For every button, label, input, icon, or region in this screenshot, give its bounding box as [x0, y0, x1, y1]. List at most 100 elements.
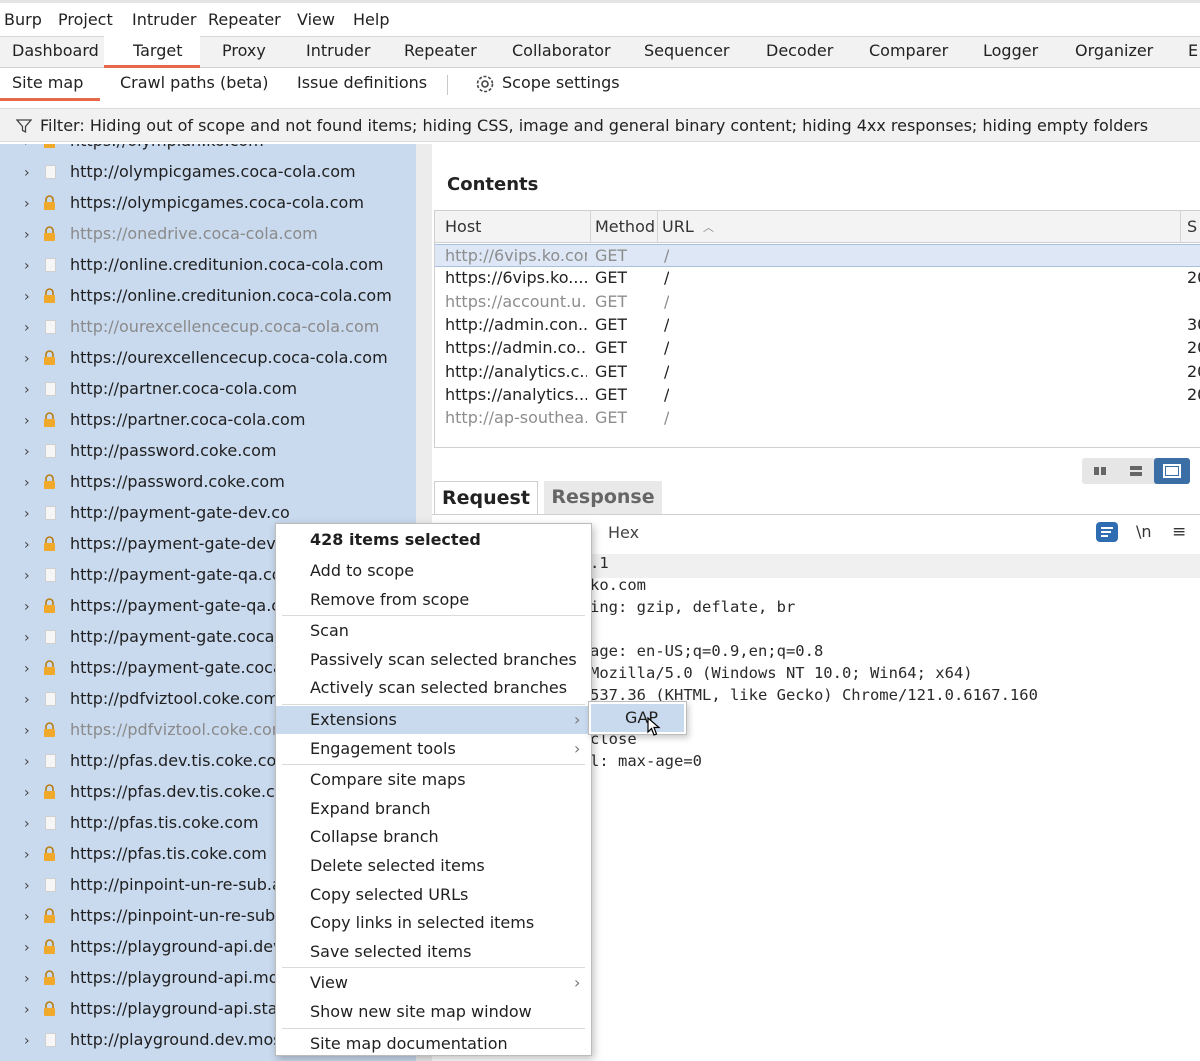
- tab-organizer[interactable]: Organizer: [1075, 41, 1153, 60]
- chevron-right-icon[interactable]: ›: [24, 847, 30, 863]
- menu-item-view[interactable]: View ›: [276, 969, 591, 997]
- tree-row[interactable]: › http://password.coke.com: [0, 437, 416, 468]
- filter-bar[interactable]: Filter: Hiding out of scope and not foun…: [0, 108, 1200, 142]
- tab-sequencer[interactable]: Sequencer: [644, 41, 730, 60]
- chevron-right-icon[interactable]: ›: [24, 661, 30, 677]
- single-pane-icon[interactable]: [1154, 458, 1190, 484]
- chevron-right-icon[interactable]: ›: [24, 475, 30, 491]
- chevron-right-icon[interactable]: ›: [24, 754, 30, 770]
- chevron-right-icon[interactable]: ›: [24, 506, 30, 522]
- tab-request[interactable]: Request: [434, 481, 538, 515]
- tree-row[interactable]: › https://online.creditunion.coca-cola.co…: [0, 282, 416, 313]
- column-url[interactable]: URL: [662, 217, 694, 236]
- show-newlines-button[interactable]: \n: [1136, 522, 1152, 541]
- menu-item-copy-links-in-selected-items[interactable]: Copy links in selected items: [276, 909, 591, 937]
- split-vertical-icon[interactable]: [1118, 458, 1154, 484]
- menu-item-actively-scan-selected-branches[interactable]: Actively scan selected branches: [276, 674, 591, 702]
- tab-intruder[interactable]: Intruder: [306, 41, 370, 60]
- menu-item-site-map-documentation[interactable]: Site map documentation: [276, 1030, 591, 1058]
- subtab-crawl-paths[interactable]: Crawl paths (beta): [120, 73, 269, 92]
- chevron-right-icon[interactable]: ›: [24, 785, 30, 801]
- chevron-right-icon[interactable]: ›: [24, 816, 30, 832]
- chevron-right-icon[interactable]: ›: [24, 227, 30, 243]
- menu-view[interactable]: View: [297, 10, 335, 29]
- menu-item-passively-scan-selected-branches[interactable]: Passively scan selected branches: [276, 646, 591, 674]
- table-row[interactable]: http://6vips.ko.com GET /: [435, 244, 1200, 267]
- chevron-right-icon[interactable]: ›: [24, 1033, 30, 1049]
- menu-repeater[interactable]: Repeater: [208, 10, 281, 29]
- menu-intruder[interactable]: Intruder: [132, 10, 196, 29]
- tab-response[interactable]: Response: [544, 481, 662, 515]
- table-row[interactable]: https://account.u... GET /: [435, 291, 1200, 314]
- subtab-issue-definitions[interactable]: Issue definitions: [297, 73, 427, 92]
- menu-item-extensions[interactable]: Extensions ›: [276, 706, 591, 734]
- menu-item-scan[interactable]: Scan: [276, 617, 591, 645]
- split-horizontal-icon[interactable]: [1082, 458, 1118, 484]
- chevron-right-icon[interactable]: ›: [24, 909, 30, 925]
- table-row[interactable]: http://ap-southea... GET /: [435, 407, 1200, 430]
- column-status[interactable]: S: [1187, 217, 1197, 236]
- menu-item-collapse-branch[interactable]: Collapse branch: [276, 823, 591, 851]
- menu-project[interactable]: Project: [58, 10, 113, 29]
- table-row[interactable]: http://analytics.c... GET / 20: [435, 361, 1200, 384]
- chevron-right-icon[interactable]: ›: [24, 444, 30, 460]
- chevron-right-icon[interactable]: ›: [24, 568, 30, 584]
- tree-row[interactable]: › https://password.coke.com: [0, 468, 416, 499]
- table-row[interactable]: https://admin.co... GET / 20: [435, 337, 1200, 360]
- menu-item-engagement-tools[interactable]: Engagement tools ›: [276, 735, 591, 763]
- menu-item-copy-selected-urls[interactable]: Copy selected URLs: [276, 881, 591, 909]
- tab-decoder[interactable]: Decoder: [766, 41, 833, 60]
- tree-row[interactable]: › http://olympicgames.coca-cola.com: [0, 158, 416, 189]
- tree-row[interactable]: › https://olympian.ko.com: [0, 144, 416, 158]
- chevron-right-icon[interactable]: ›: [24, 165, 30, 181]
- tree-row[interactable]: › http://online.creditunion.coca-cola.com: [0, 251, 416, 282]
- tree-row[interactable]: › https://onedrive.coca-cola.com: [0, 220, 416, 251]
- chevron-right-icon[interactable]: ›: [24, 320, 30, 336]
- column-host[interactable]: Host: [445, 217, 481, 236]
- menu-item-expand-branch[interactable]: Expand branch: [276, 795, 591, 823]
- chevron-right-icon[interactable]: ›: [24, 144, 30, 150]
- chevron-right-icon[interactable]: ›: [24, 878, 30, 894]
- chevron-right-icon[interactable]: ›: [24, 537, 30, 553]
- menu-item-remove-from-scope[interactable]: Remove from scope: [276, 586, 591, 614]
- chevron-right-icon[interactable]: ›: [24, 351, 30, 367]
- table-row[interactable]: http://admin.con... GET / 30: [435, 314, 1200, 337]
- tab-repeater[interactable]: Repeater: [404, 41, 477, 60]
- chevron-right-icon[interactable]: ›: [24, 413, 30, 429]
- tab-hex[interactable]: Hex: [608, 523, 639, 542]
- chevron-right-icon[interactable]: ›: [24, 723, 30, 739]
- menu-item-delete-selected-items[interactable]: Delete selected items: [276, 852, 591, 880]
- chevron-right-icon[interactable]: ›: [24, 630, 30, 646]
- chevron-right-icon[interactable]: ›: [24, 289, 30, 305]
- tab-proxy[interactable]: Proxy: [222, 41, 266, 60]
- contents-table[interactable]: Host Method URL ︿ S http://6vips.ko.com G…: [434, 210, 1200, 448]
- request-editor[interactable]: .1 ko.com ing: gzip, deflate, br age: en-US…: [590, 552, 1200, 1052]
- tree-row[interactable]: › http://ourexcellencecup.coca-cola.com: [0, 313, 416, 344]
- chevron-right-icon[interactable]: ›: [24, 971, 30, 987]
- tab-overflow[interactable]: E: [1188, 41, 1198, 60]
- menu-help[interactable]: Help: [353, 10, 389, 29]
- tree-row[interactable]: › https://olympicgames.coca-cola.com: [0, 189, 416, 220]
- menu-item-save-selected-items[interactable]: Save selected items: [276, 938, 591, 966]
- menu-item-show-new-site-map-window[interactable]: Show new site map window: [276, 998, 591, 1026]
- chevron-right-icon[interactable]: ›: [24, 692, 30, 708]
- menu-item-compare-site-maps[interactable]: Compare site maps: [276, 766, 591, 794]
- table-row[interactable]: https://analytics.... GET / 20: [435, 384, 1200, 407]
- word-wrap-icon[interactable]: [1096, 522, 1118, 542]
- menu-item-add-to-scope[interactable]: Add to scope: [276, 557, 591, 585]
- tree-row[interactable]: › https://ourexcellencecup.coca-cola.com: [0, 344, 416, 375]
- menu-item-gap[interactable]: GAP: [591, 704, 684, 732]
- tab-target[interactable]: Target: [133, 41, 183, 60]
- tree-row[interactable]: › http://partner.coca-cola.com: [0, 375, 416, 406]
- chevron-right-icon[interactable]: ›: [24, 940, 30, 956]
- menu-icon[interactable]: ≡: [1172, 522, 1186, 542]
- chevron-right-icon[interactable]: ›: [24, 1002, 30, 1018]
- chevron-right-icon[interactable]: ›: [24, 258, 30, 274]
- column-method[interactable]: Method: [595, 217, 655, 236]
- chevron-right-icon[interactable]: ›: [24, 196, 30, 212]
- chevron-right-icon[interactable]: ›: [24, 382, 30, 398]
- tab-logger[interactable]: Logger: [983, 41, 1038, 60]
- tab-dashboard[interactable]: Dashboard: [12, 41, 99, 60]
- subtab-scope-settings[interactable]: Scope settings: [502, 73, 620, 92]
- subtab-site-map[interactable]: Site map: [12, 73, 83, 92]
